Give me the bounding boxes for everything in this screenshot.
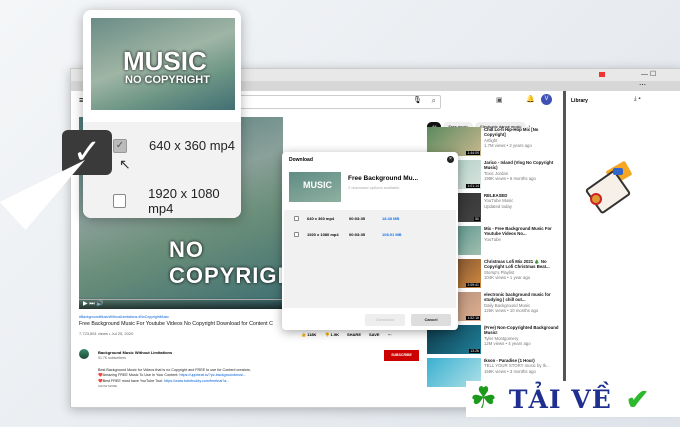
- desc-link[interactable]: https://uppbeat.io/?pc-backgroundmusi...: [179, 373, 246, 377]
- thumb-title: MUSIC: [123, 46, 207, 76]
- more-icon[interactable]: ⋯: [388, 332, 392, 337]
- duration-badge: 2:09:41: [466, 282, 480, 287]
- related-meta: Updated today: [484, 203, 512, 209]
- download-icon[interactable]: ⤓ ▪: [634, 96, 640, 103]
- dislike-button[interactable]: 👎 1.9K: [324, 332, 339, 337]
- option-label: 640 x 360 mp4: [149, 138, 236, 153]
- video-meta: 7,723,851 views • Jul 25, 2020: [79, 331, 134, 336]
- related-title: electronic background music for studying…: [484, 291, 551, 303]
- clover-icon: ☘: [470, 382, 497, 415]
- related-title: Chill Lo-fi Hip-Hop Mix [No Copyright]: [484, 126, 539, 138]
- popup-option[interactable]: ✓ 640 x 360 mp4: [113, 138, 235, 153]
- mouse-cursor-icon: ↖: [119, 156, 131, 172]
- related-title: Christmas Lofi Mix 2021 🎄 No Copyright L…: [484, 258, 550, 270]
- related-meta: 126K views • 10 months ago: [484, 308, 539, 313]
- player-controls[interactable]: ▶ ⏭ 🔊: [79, 297, 283, 309]
- related-meta: 1.7M views • 2 years ago: [484, 143, 532, 148]
- related-channel: TELL YOUR STORY music by Ik...: [484, 363, 550, 368]
- dislike-count: 1.9K: [330, 332, 339, 337]
- dialog-title: Download: [289, 157, 313, 163]
- dialog-thumbnail: MUSIC: [289, 172, 341, 202]
- option-row[interactable]: 1920 x 1080 mp4 00:03:35 108.91 MB: [294, 232, 402, 237]
- related-meta: 12M views • 4 years ago: [484, 341, 531, 346]
- duration-badge: 1:52:16: [466, 315, 480, 320]
- close-icon[interactable]: ×: [447, 156, 454, 163]
- share-button[interactable]: SHARE: [347, 332, 361, 337]
- dialog-video-title: Free Background Mu...: [348, 175, 419, 182]
- window-controls[interactable]: — ☐: [641, 70, 656, 78]
- download-dialog: Download × MUSIC Free Background Mu... 2…: [282, 152, 458, 330]
- option-size: 18.38 MB: [382, 216, 400, 221]
- tai-ve-logo: ☘ TẢI VỀ ✔: [466, 381, 680, 417]
- bell-icon[interactable]: 🔔: [526, 95, 535, 103]
- cancel-button[interactable]: Cancel: [411, 314, 451, 326]
- option-checkbox-checked[interactable]: ✓: [113, 138, 127, 153]
- popup-thumbnail: MUSIC NO COPYRIGHT: [91, 18, 235, 110]
- option-quality: 640 x 360 mp4: [307, 216, 335, 221]
- video-title: Free Background Music For Youtube Videos…: [79, 321, 273, 327]
- option-checkbox[interactable]: [294, 216, 299, 221]
- create-icon[interactable]: ▣: [496, 96, 503, 104]
- duration-badge: 13:26: [469, 348, 480, 353]
- check-icon: ✔: [625, 383, 650, 415]
- zoomed-quality-popup: MUSIC NO COPYRIGHT ✓ 640 x 360 mp4 1920 x…: [83, 10, 241, 218]
- thumb-text: MUSIC: [303, 180, 332, 190]
- option-size: 108.91 MB: [382, 232, 402, 237]
- channel-name[interactable]: Background Music Without Limitations: [98, 350, 172, 355]
- menu-dots-icon[interactable]: ⋯: [639, 81, 646, 89]
- app-logo-icon: [584, 160, 636, 215]
- video-overlay-title: NO COPYRIGHT: [169, 237, 283, 288]
- mic-icon[interactable]: 🎙: [413, 96, 422, 104]
- desc-link[interactable]: https://www.tubebuddy.com/freetrial?a...: [164, 379, 229, 383]
- option-quality: 1920 x 1080 mp4: [307, 232, 339, 237]
- play-icon[interactable]: ▶ ⏭ 🔊: [83, 300, 104, 308]
- library-panel: Library ⤓ ▪: [563, 91, 680, 409]
- option-checkbox[interactable]: [294, 232, 299, 237]
- video-actions: 👍 118K 👎 1.9K SHARE SAVE ⋯: [301, 332, 392, 337]
- related-channel: YouTube Music: [484, 198, 514, 203]
- related-meta: 198K views • 6 months ago: [484, 176, 536, 181]
- related-title: (Free) Non-Copyrighted Background Music!: [484, 324, 559, 336]
- option-label: 1920 x 1080 mp4: [148, 186, 220, 216]
- option-row[interactable]: 640 x 360 mp4 00:03:35 18.38 MB: [294, 216, 399, 221]
- library-title: Library: [571, 98, 588, 104]
- search-icon[interactable]: ⌕: [432, 96, 436, 106]
- hashtags[interactable]: #BackgroundMusicWithoutLimitations #NoCo…: [79, 315, 169, 319]
- logo-text: TẢI VỀ: [508, 384, 612, 414]
- option-duration: 00:03:35: [349, 216, 366, 221]
- popup-option[interactable]: 1920 x 1080 mp4: [113, 186, 241, 216]
- save-button[interactable]: SAVE: [369, 332, 380, 337]
- duration-badge: 50: [474, 216, 480, 221]
- video-description: Best Background Music for Videos that is…: [98, 368, 251, 389]
- channel-avatar[interactable]: [79, 349, 89, 359]
- desc-line: ❤️Amazing FREE Music To Use In Your Cont…: [98, 373, 180, 378]
- option-duration: 00:03:35: [349, 232, 366, 237]
- channel-subs: 91.7K subscribers: [98, 356, 127, 360]
- avatar[interactable]: V: [541, 94, 552, 105]
- related-meta: 159K views • 3 months ago: [484, 368, 536, 374]
- related-channel: YouTube: [484, 236, 501, 242]
- related-title: Jarico - Island (Vlog No Copyright Music…: [484, 159, 554, 171]
- dialog-subtitle: 2 download options available: [348, 185, 400, 190]
- desc-line: ❤️Best FREE must have YouTube Tool:: [98, 378, 165, 383]
- subscribe-button[interactable]: SUBSCRIBE: [384, 350, 419, 361]
- related-title: Mix - Free Background Music For Youtube …: [484, 225, 552, 237]
- thumb-subtitle: NO COPYRIGHT: [125, 74, 210, 86]
- duration-badge: 1:44:09: [466, 150, 480, 155]
- download-options: 640 x 360 mp4 00:03:35 18.38 MB 1920 x 108…: [284, 210, 456, 308]
- download-button[interactable]: Download: [365, 314, 405, 326]
- related-meta: 104K views • 1 year ago: [484, 275, 531, 280]
- like-button[interactable]: 👍 118K: [301, 332, 316, 337]
- chip-bar: AllFree musicElectronic dance music›: [427, 115, 561, 131]
- option-checkbox[interactable]: [113, 194, 127, 208]
- show-more-button[interactable]: SHOW MORE: [98, 384, 251, 389]
- duration-badge: 1:01:14: [466, 183, 480, 188]
- extension-icon[interactable]: [599, 72, 605, 77]
- like-count: 118K: [307, 332, 317, 337]
